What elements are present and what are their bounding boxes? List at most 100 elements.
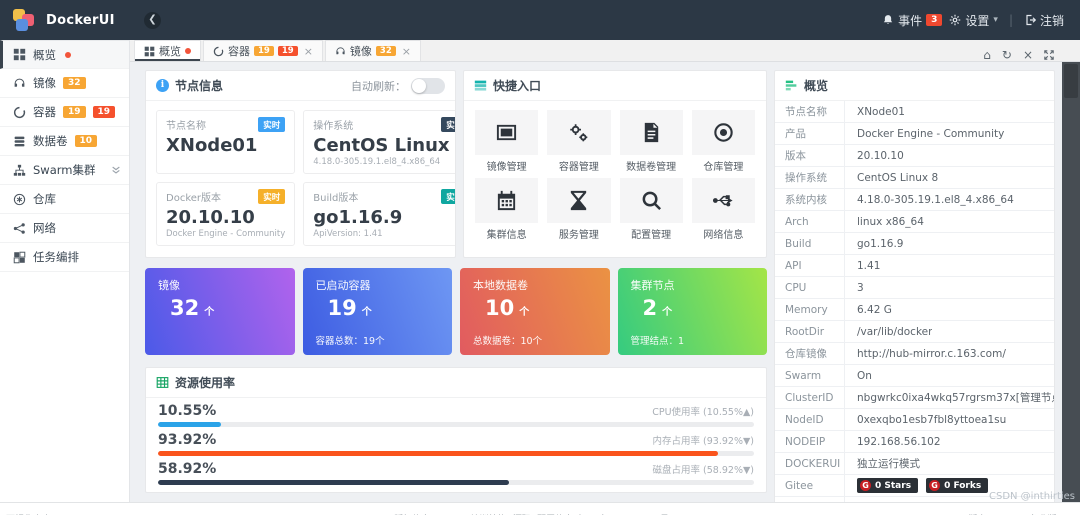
quick-item-containers[interactable]: 容器管理: [547, 110, 611, 173]
node-info-header: i 节点信息 自动刷新：: [146, 71, 455, 101]
realtime-badge: 实时: [258, 117, 286, 132]
sidebar-item-tasks[interactable]: 任务编排: [0, 243, 129, 272]
card-value: CentOS Linux 8: [313, 135, 456, 156]
docker-version-card: Docker版本 实时 20.10.10 Docker Engine - Comm…: [156, 182, 296, 246]
tab-bar: 概览 容器 19 19 × 镜像 32 × ⌂ ↻ ×: [130, 40, 1080, 62]
tab-label: 概览: [159, 45, 181, 58]
window-icon: [497, 124, 517, 141]
volumes-count-badge: 10: [74, 135, 98, 147]
tab-close-icon[interactable]: ×: [402, 46, 411, 57]
scrollbar-thumb[interactable]: [1064, 64, 1078, 98]
quick-item-label: 仓库管理: [703, 162, 744, 173]
sidebar-item-containers[interactable]: 容器 19 19: [0, 98, 129, 127]
tab-tools: ⌂ ↻ ×: [983, 49, 1080, 61]
tab-containers[interactable]: 容器 19 19 ×: [203, 40, 323, 61]
app-logo-area[interactable]: DockerUI: [0, 8, 132, 32]
auto-refresh-toggle[interactable]: [411, 77, 445, 94]
table-row: DOCKERUI 独立运行模式: [775, 453, 1054, 475]
gitee-icon: G: [929, 480, 941, 491]
memory-percent: 93.92%: [158, 432, 217, 448]
close-icon[interactable]: ×: [1023, 49, 1033, 61]
table-row: Arch linux x86_64: [775, 211, 1054, 233]
logout-label: 注销: [1039, 13, 1064, 28]
sidebar-item-network[interactable]: 网络: [0, 214, 129, 243]
tab-images[interactable]: 镜像 32 ×: [324, 40, 421, 61]
quick-item-configs[interactable]: 配置管理: [619, 178, 683, 241]
auto-refresh-control: 自动刷新：: [351, 77, 445, 94]
table-row: 产品 Docker Engine - Community: [775, 123, 1054, 145]
quick-entry-header: 快捷入口: [464, 71, 766, 101]
quick-item-registry[interactable]: 仓库管理: [691, 110, 755, 173]
table-row: 系统内核 4.18.0-305.19.1.el8_4.x86_64: [775, 189, 1054, 211]
container-ring-icon: [213, 46, 224, 56]
card-sub: 4.18.0-305.19.1.el8_4.x86_64: [313, 157, 441, 167]
quick-item-cluster[interactable]: 集群信息: [475, 178, 539, 241]
stat-sub: 总数据卷：10个: [473, 336, 543, 347]
dashboard-content: i 节点信息 自动刷新： 节点名称 实时 XNode01 操作系统 实 Cent…: [130, 62, 1062, 502]
events-label: 事件: [898, 13, 923, 28]
settings-label: 设置: [965, 13, 990, 28]
quick-item-networks[interactable]: 网络信息: [691, 178, 755, 241]
quick-entry-grid: 镜像管理 容器管理 数据卷管理 仓库管理 集群信息 服务管理 配置管理 网络信息: [464, 101, 766, 241]
node-info-cards: 节点名称实时 XNode01 操作系统实时 CentOS Linux 8 4.1…: [146, 101, 455, 255]
stat-value: 32: [170, 296, 200, 320]
auto-refresh-label: 自动刷新：: [351, 79, 406, 93]
sidebar: 概览 镜像 32 容器 19 19 数据卷 10 Swarm集群 仓库 网络 任…: [0, 40, 130, 502]
sidebar-item-volumes[interactable]: 数据卷 10: [0, 127, 129, 156]
gitee-forks-badge[interactable]: G0 Forks: [926, 478, 989, 493]
stat-unit: 个: [662, 307, 673, 318]
right-column: 概览 节点名称 XNode01 产品 Docker Engine - Communi…: [774, 70, 1055, 502]
logout-icon: [1026, 14, 1036, 26]
events-button[interactable]: 事件 3: [882, 12, 943, 29]
sidebar-item-registry[interactable]: 仓库: [0, 185, 129, 214]
panel-title: 概览: [804, 79, 829, 93]
table-row: 节点名称 XNode01: [775, 101, 1054, 123]
stat-card-volumes[interactable]: 本地数据卷 10 个 总数据卷：10个: [460, 268, 610, 355]
double-chevron-down-icon: [112, 166, 120, 174]
stat-card-cluster-nodes[interactable]: 集群节点 2个 管理结点：1: [617, 268, 767, 355]
stat-card-running-containers[interactable]: 已启动容器 19 个 容器总数：19个: [302, 268, 452, 355]
panel-title: 快捷入口: [493, 79, 542, 93]
table-icon: [156, 377, 169, 388]
app-logo-icon: [13, 8, 37, 32]
home-icon[interactable]: ⌂: [983, 49, 991, 61]
stat-card-images[interactable]: 镜像 32 个: [145, 268, 295, 355]
sidebar-item-label: 仓库: [33, 192, 56, 206]
logout-button[interactable]: 注销: [1024, 12, 1064, 29]
table-row: NODEIP 192.168.56.102: [775, 431, 1054, 453]
overview-header: 概览: [775, 71, 1054, 101]
cpu-usage-row: 10.55% CPU使用率 (10.55%▲): [146, 398, 766, 427]
disk-bar-track: [158, 480, 754, 485]
tab-close-icon[interactable]: ×: [304, 46, 313, 57]
tab-overview[interactable]: 概览: [134, 40, 201, 61]
quick-item-images[interactable]: 镜像管理: [475, 110, 539, 173]
settings-button[interactable]: 设置 ▾: [949, 12, 998, 29]
info-icon: i: [156, 79, 169, 92]
tab-badge: 32: [375, 45, 396, 57]
container-ring-icon: [13, 106, 26, 118]
fullscreen-icon[interactable]: [1044, 50, 1054, 60]
sidebar-collapse-button[interactable]: ❮: [144, 11, 161, 29]
sidebar-item-images[interactable]: 镜像 32: [0, 69, 129, 98]
sidebar-item-label: 容器: [33, 105, 56, 119]
scrollbar-track[interactable]: [1062, 62, 1080, 502]
panel-title: 资源使用率: [175, 376, 236, 390]
registry-mirror-link[interactable]: http://hub-mirror.c.163.com/: [845, 343, 1006, 364]
gitee-stars-badge[interactable]: G0 Stars: [857, 478, 919, 493]
stat-sub: 容器总数：19个: [315, 336, 385, 347]
sidebar-item-label: 任务编排: [33, 250, 79, 264]
images-count-badge: 32: [63, 77, 86, 89]
realtime-badge: 实时: [258, 189, 286, 204]
resource-usage-header: 资源使用率: [146, 368, 766, 398]
sidebar-item-swarm[interactable]: Swarm集群: [0, 156, 129, 185]
headphones-icon: [336, 46, 345, 54]
quick-item-volumes[interactable]: 数据卷管理: [619, 110, 683, 173]
sidebar-item-overview[interactable]: 概览: [0, 40, 129, 69]
card-value: 20.10.10: [166, 207, 255, 228]
active-dot: [65, 51, 71, 58]
gears-icon: [570, 124, 588, 142]
target-icon: [714, 123, 733, 142]
quick-item-services[interactable]: 服务管理: [547, 178, 611, 241]
refresh-icon[interactable]: ↻: [1002, 49, 1012, 61]
sidebar-item-label: 镜像: [33, 76, 56, 90]
